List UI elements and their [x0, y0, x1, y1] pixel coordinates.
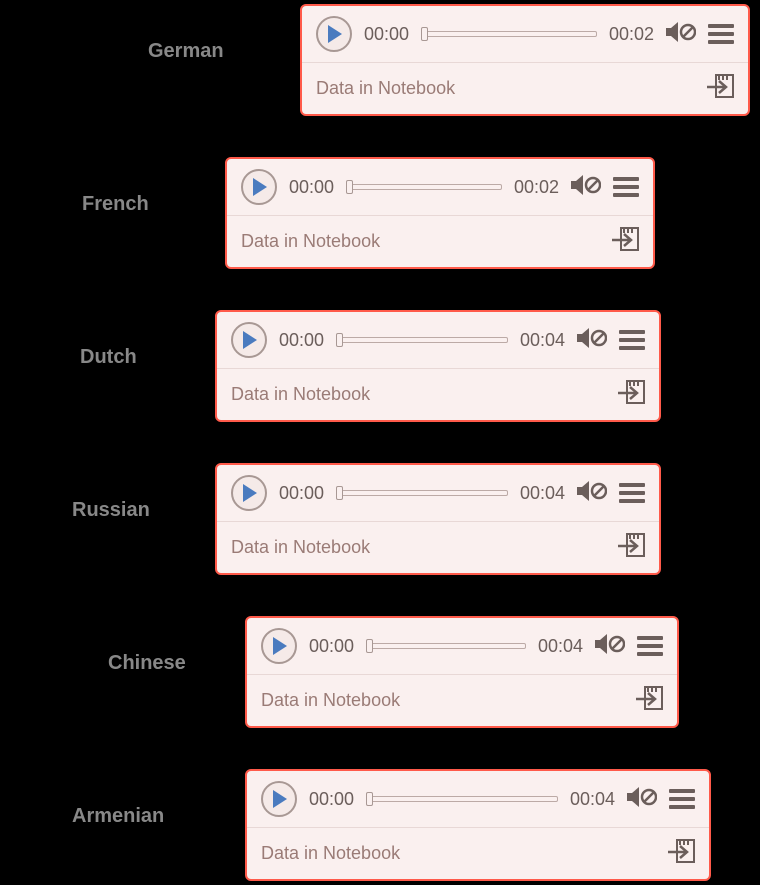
time-current: 00:00: [309, 789, 354, 810]
time-duration: 00:02: [609, 24, 654, 45]
seek-slider[interactable]: [421, 27, 597, 41]
mute-icon[interactable]: [571, 174, 601, 201]
audio-player: 00:00 00:04 Data in Notebook: [215, 463, 661, 575]
data-location-label: Data in Notebook: [241, 231, 380, 252]
hamburger-menu-icon[interactable]: [619, 483, 645, 503]
mute-icon[interactable]: [577, 327, 607, 354]
play-button[interactable]: [231, 475, 267, 511]
language-label: Dutch: [80, 346, 157, 369]
time-current: 00:00: [279, 483, 324, 504]
play-button[interactable]: [241, 169, 277, 205]
language-label: French: [82, 193, 169, 216]
audio-player: 00:00 00:04 Data in Notebook: [245, 769, 711, 881]
play-button[interactable]: [231, 322, 267, 358]
export-icon[interactable]: [635, 685, 663, 716]
data-location-label: Data in Notebook: [231, 537, 370, 558]
play-button[interactable]: [316, 16, 352, 52]
mute-icon[interactable]: [627, 786, 657, 813]
language-label: Armenian: [72, 805, 184, 828]
seek-slider[interactable]: [366, 639, 526, 653]
export-icon[interactable]: [611, 226, 639, 257]
export-icon[interactable]: [617, 532, 645, 563]
time-duration: 00:04: [538, 636, 583, 657]
seek-slider[interactable]: [346, 180, 502, 194]
hamburger-menu-icon[interactable]: [669, 789, 695, 809]
time-current: 00:00: [364, 24, 409, 45]
data-location-label: Data in Notebook: [261, 690, 400, 711]
data-location-label: Data in Notebook: [316, 78, 455, 99]
mute-icon[interactable]: [577, 480, 607, 507]
hamburger-menu-icon[interactable]: [619, 330, 645, 350]
language-label: Russian: [72, 499, 170, 522]
time-duration: 00:04: [520, 330, 565, 351]
audio-player: 00:00 00:02 Data in Notebook: [225, 157, 655, 269]
export-icon[interactable]: [706, 73, 734, 104]
time-duration: 00:04: [570, 789, 615, 810]
time-current: 00:00: [289, 177, 334, 198]
audio-player: 00:00 00:04 Data in Notebook: [245, 616, 679, 728]
hamburger-menu-icon[interactable]: [708, 24, 734, 44]
audio-player: 00:00 00:02 Data in Notebook: [300, 4, 750, 116]
time-current: 00:00: [279, 330, 324, 351]
language-label: Chinese: [108, 652, 206, 675]
seek-slider[interactable]: [336, 486, 508, 500]
seek-slider[interactable]: [366, 792, 558, 806]
play-button[interactable]: [261, 628, 297, 664]
time-current: 00:00: [309, 636, 354, 657]
play-button[interactable]: [261, 781, 297, 817]
mute-icon[interactable]: [666, 21, 696, 48]
time-duration: 00:02: [514, 177, 559, 198]
language-label: German: [148, 40, 244, 63]
audio-player: 00:00 00:04 Data in Notebook: [215, 310, 661, 422]
export-icon[interactable]: [617, 379, 645, 410]
data-location-label: Data in Notebook: [261, 843, 400, 864]
data-location-label: Data in Notebook: [231, 384, 370, 405]
hamburger-menu-icon[interactable]: [613, 177, 639, 197]
seek-slider[interactable]: [336, 333, 508, 347]
mute-icon[interactable]: [595, 633, 625, 660]
export-icon[interactable]: [667, 838, 695, 869]
time-duration: 00:04: [520, 483, 565, 504]
hamburger-menu-icon[interactable]: [637, 636, 663, 656]
